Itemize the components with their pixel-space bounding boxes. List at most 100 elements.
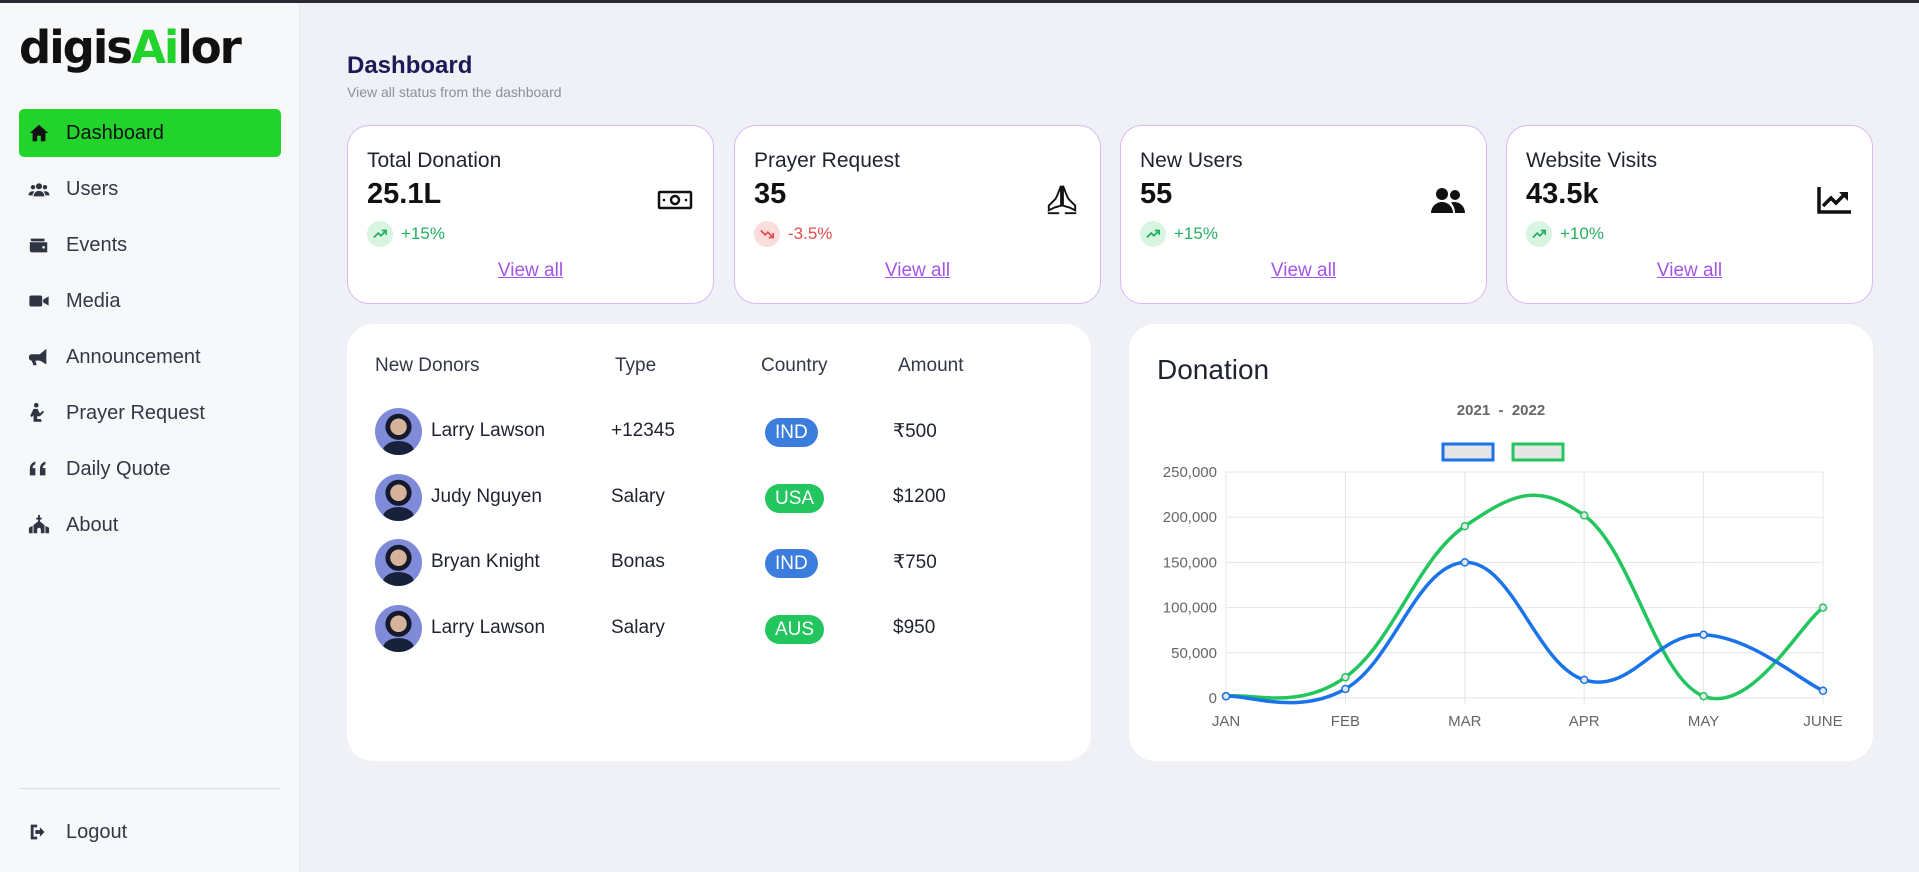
trend-up-icon — [1140, 221, 1166, 247]
country-badge: IND — [765, 549, 818, 578]
view-all-link[interactable]: View all — [348, 260, 713, 282]
sidebar-item-events[interactable]: Events — [19, 221, 281, 269]
data-point — [1221, 691, 1231, 701]
quote-icon — [28, 458, 50, 480]
donor-amount: ₹750 — [893, 552, 937, 573]
data-point — [1341, 684, 1350, 694]
data-point — [1818, 603, 1828, 612]
page-title: Dashboard — [347, 52, 473, 79]
wallet-icon — [28, 234, 50, 256]
sidebar-item-announcement[interactable]: Announcement — [19, 333, 281, 381]
avatar — [375, 474, 422, 521]
view-all-link[interactable]: View all — [735, 260, 1100, 282]
sidebar-item-prayer-request[interactable]: Prayer Request — [19, 389, 281, 437]
stat-label: Total Donation — [367, 149, 502, 172]
sidebar-item-media[interactable]: Media — [19, 277, 281, 325]
sidebar-item-label: Media — [66, 289, 121, 312]
legend-swatch — [1511, 442, 1565, 462]
logo[interactable]: digisAilor — [19, 21, 242, 75]
y-tick-label: 150,000 — [1163, 554, 1217, 571]
data-point — [1579, 511, 1589, 520]
x-tick-label: JUNE — [1803, 713, 1842, 730]
y-tick-label: 0 — [1209, 690, 1217, 707]
avatar — [375, 408, 422, 455]
donor-name: Bryan Knight — [431, 551, 540, 572]
stat-value: 25.1L — [367, 178, 442, 210]
sidebar-item-label: Dashboard — [66, 121, 164, 144]
stat-trend: +10% — [1526, 221, 1604, 247]
megaphone-icon — [28, 346, 50, 368]
y-tick-label: 100,000 — [1163, 600, 1217, 617]
series-line — [1225, 493, 1825, 701]
sidebar-item-label: Events — [66, 233, 128, 256]
x-tick-label: MAR — [1448, 713, 1482, 730]
x-tick-label: MAY — [1688, 713, 1719, 730]
user-group-icon — [1429, 182, 1467, 218]
column-header-amount: Amount — [898, 355, 964, 376]
x-tick-label: JAN — [1212, 713, 1240, 730]
country-badge: USA — [765, 484, 825, 513]
stat-card-new-users: New Users 55 +15% View all — [1120, 125, 1487, 304]
stat-change: +10% — [1560, 224, 1604, 243]
sidebar-item-users[interactable]: Users — [19, 165, 281, 213]
logout-area: Logout — [19, 808, 281, 864]
stat-change: +15% — [1174, 224, 1218, 243]
avatar — [375, 605, 422, 652]
column-header-new-donors: New Donors — [375, 355, 480, 376]
data-point — [1579, 675, 1589, 685]
stat-label: New Users — [1140, 149, 1243, 172]
stat-value: 35 — [754, 178, 787, 210]
logout-label: Logout — [66, 820, 128, 843]
stat-card-website-visits: Website Visits 43.5k +10% View all — [1506, 125, 1873, 304]
series-line — [1225, 560, 1824, 705]
new-donors-table: New Donors Type Country Amount Larry Law… — [347, 324, 1091, 761]
donor-type: Salary — [611, 617, 665, 638]
sidebar-item-label: Prayer Request — [66, 401, 205, 424]
stat-card-total-donation: Total Donation 25.1L +15% View all — [347, 125, 714, 304]
stat-trend: +15% — [1140, 221, 1218, 247]
data-point — [1460, 558, 1470, 567]
stat-trend: -3.5% — [754, 221, 832, 247]
donor-amount: $1200 — [893, 486, 946, 507]
donor-type: Bonas — [611, 551, 665, 572]
donation-chart: 0 50,000 100,000 150,000 200,000 250,000 JAN FE… — [1163, 442, 1843, 730]
table-row[interactable]: Larry Lawson +12345 IND ₹500 — [375, 408, 1055, 456]
view-all-link[interactable]: View all — [1121, 260, 1486, 282]
stat-value: 55 — [1140, 178, 1173, 210]
money-bill-icon — [656, 182, 694, 218]
table-row[interactable]: Judy Nguyen Salary USA $1200 — [375, 474, 1055, 522]
stat-card-prayer-request: Prayer Request 35 -3.5% View all — [734, 125, 1101, 304]
video-icon — [28, 290, 50, 312]
logo-text-pre: digis — [19, 21, 133, 74]
donor-type: Salary — [611, 486, 665, 507]
users-icon — [28, 178, 50, 200]
sidebar-nav: Dashboard Users Events Media Announcemen… — [19, 109, 281, 557]
y-tick-label: 50,000 — [1171, 645, 1217, 662]
sidebar-item-dashboard[interactable]: Dashboard — [19, 109, 281, 157]
sidebar-item-label: About — [66, 513, 119, 536]
stat-trend: +15% — [367, 221, 445, 247]
table-row[interactable]: Bryan Knight Bonas IND ₹750 — [375, 539, 1055, 587]
sidebar-item-about[interactable]: About — [19, 501, 281, 549]
logout-button[interactable]: Logout — [19, 808, 281, 856]
sign-out-icon — [28, 821, 50, 843]
sidebar: digisAilor Dashboard Users Events Media … — [0, 3, 300, 872]
data-point — [1818, 686, 1828, 696]
donor-name: Larry Lawson — [431, 617, 546, 638]
view-all-link[interactable]: View all — [1507, 260, 1872, 282]
donor-name: Larry Lawson — [431, 420, 546, 441]
praying-icon — [28, 402, 50, 424]
stat-change: +15% — [401, 224, 445, 243]
y-tick-label: 250,000 — [1163, 464, 1217, 481]
sidebar-item-daily-quote[interactable]: Daily Quote — [19, 445, 281, 493]
data-point — [1460, 521, 1470, 531]
column-header-country: Country — [761, 355, 828, 376]
stat-label: Website Visits — [1526, 149, 1658, 172]
sidebar-divider — [19, 788, 281, 789]
chart-line-icon — [1815, 182, 1853, 218]
logo-text-ai: Ai — [131, 21, 179, 74]
home-icon — [28, 122, 50, 144]
trend-up-icon — [1526, 221, 1552, 247]
logo-text-post: lor — [177, 21, 242, 74]
table-row[interactable]: Larry Lawson Salary AUS $950 — [375, 605, 1055, 653]
